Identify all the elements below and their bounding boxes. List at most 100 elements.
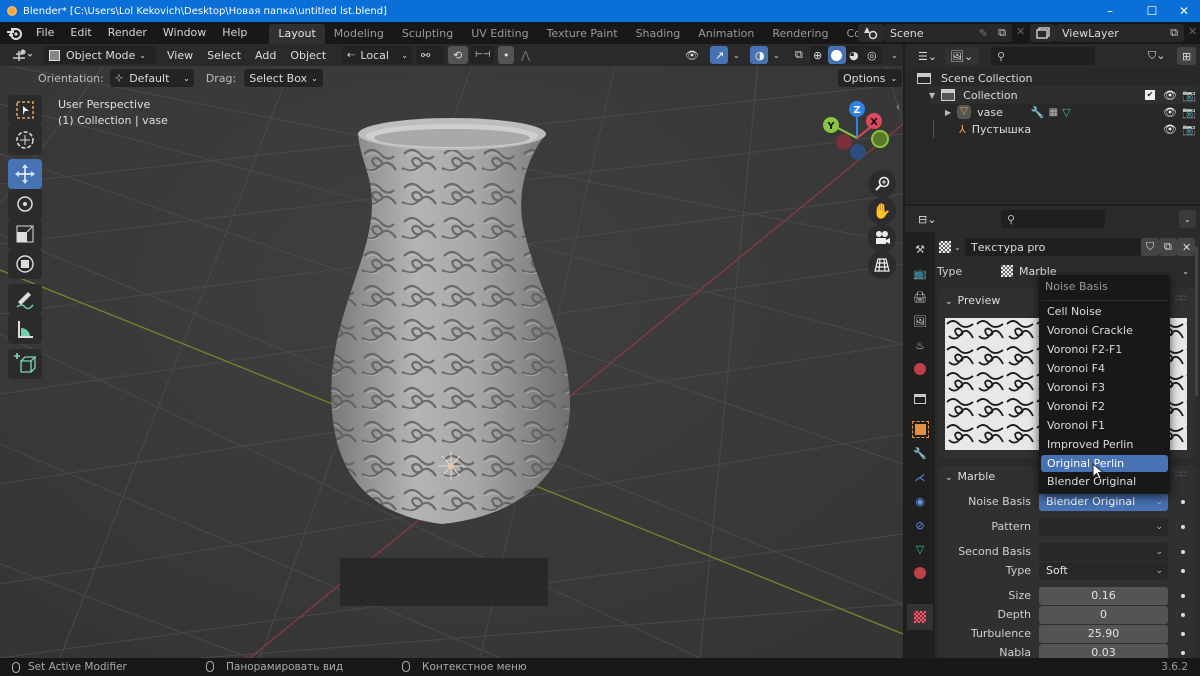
outliner-item-scene-collection[interactable]: Scene Collection	[917, 69, 1032, 87]
neg-x-axis-handle[interactable]	[836, 134, 852, 150]
transform-orientation-dropdown[interactable]: ⇠ Local ⌄	[342, 46, 412, 64]
panel-drag-handle-icon[interactable]: ∷∷	[1175, 470, 1186, 480]
options-dropdown[interactable]: Options ⌄	[838, 69, 903, 87]
menu-option-voronoi-f1[interactable]: Voronoi F1	[1041, 417, 1168, 435]
blender-menu-icon[interactable]	[0, 22, 28, 44]
drag-dropdown[interactable]: Select Box ⌄	[244, 69, 323, 87]
rotate-tool[interactable]	[8, 189, 42, 219]
pan-button[interactable]: ✋	[868, 197, 896, 225]
gizmo-dropdown[interactable]: ⌄	[728, 46, 742, 64]
outliner-editor-type-icon[interactable]: ☰⌄	[913, 47, 942, 65]
tab-view-layer[interactable]: 🖼	[909, 310, 931, 332]
keyframe-dot[interactable]	[1181, 500, 1185, 504]
pin-icon[interactable]: ✎	[979, 27, 988, 40]
maximize-button[interactable]: ☐	[1134, 0, 1170, 22]
properties-search-field[interactable]: ⚲	[1001, 210, 1105, 228]
add-cube-tool[interactable]	[8, 349, 42, 379]
outliner-item-empty[interactable]: ⅄ Пустышка 👁 📷	[959, 120, 1197, 138]
transform-tool[interactable]	[8, 249, 42, 279]
tab-collection[interactable]	[909, 388, 931, 410]
orientation-dropdown[interactable]: ⊹ Default ⌄	[109, 69, 194, 87]
annotate-tool[interactable]	[8, 284, 42, 314]
panel-drag-handle-icon[interactable]: ∷∷	[1175, 294, 1186, 304]
remove-view-layer-icon[interactable]: ✕	[1188, 25, 1197, 38]
workspace-tab-sculpting[interactable]: Sculpting	[393, 24, 462, 44]
particles-icon[interactable]: ▦	[1049, 107, 1058, 118]
size-field[interactable]: 0.16	[1039, 587, 1168, 605]
duplicate-scene-icon[interactable]: ⧉	[998, 26, 1006, 40]
perspective-toggle-button[interactable]	[868, 251, 896, 279]
camera-view-button[interactable]	[868, 224, 896, 252]
solid-shading-button[interactable]	[828, 46, 846, 64]
keyframe-dot[interactable]	[1181, 613, 1185, 617]
tab-particles[interactable]: ⋌	[909, 466, 931, 488]
neg-z-axis-handle[interactable]	[850, 144, 866, 160]
workspace-tab-shading[interactable]: Shading	[627, 24, 690, 44]
properties-options-dropdown[interactable]: ⌄	[1179, 210, 1196, 228]
menu-option-voronoi-f2[interactable]: Voronoi F2	[1041, 398, 1168, 416]
menu-option-cell-noise[interactable]: Cell Noise	[1041, 303, 1168, 321]
shading-dropdown[interactable]: ⌄	[886, 46, 900, 64]
overlays-dropdown[interactable]: ⌄	[768, 46, 782, 64]
neg-y-axis-handle[interactable]	[871, 130, 889, 148]
remove-scene-icon[interactable]: ✕	[1016, 25, 1025, 38]
menu-select[interactable]: Select	[202, 46, 246, 64]
move-tool[interactable]	[8, 159, 42, 189]
modifier-wrench-icon[interactable]: 🔧	[1031, 106, 1045, 119]
menu-edit[interactable]: Edit	[62, 22, 99, 44]
mesh-data-icon[interactable]: ▽	[1062, 106, 1070, 119]
object-mode-dropdown[interactable]: Object Mode ⌄	[44, 46, 156, 64]
tab-tool[interactable]: ⚒	[909, 238, 931, 260]
noise-basis-dropdown[interactable]: Blender Original ⌄	[1039, 493, 1168, 511]
tab-output[interactable]: 🖨	[909, 286, 931, 308]
scale-tool[interactable]	[8, 219, 42, 249]
preview-panel-header[interactable]: ⌄ Preview	[945, 294, 1000, 307]
view-layer-field[interactable]: ViewLayer ⧉	[1056, 24, 1184, 42]
scene-selector-icon[interactable]	[858, 24, 884, 42]
editor-type-icon[interactable]	[6, 46, 38, 64]
sidebar-toggle-icon[interactable]: ‹	[896, 102, 900, 113]
zoom-button[interactable]	[868, 170, 896, 198]
visibility-eye-icon[interactable]: 👁	[1163, 106, 1177, 119]
menu-object[interactable]: Object	[285, 46, 331, 64]
menu-option-voronoi-f4[interactable]: Voronoi F4	[1041, 360, 1168, 378]
marble-panel-header[interactable]: ⌄ Marble	[945, 470, 995, 483]
keyframe-dot[interactable]	[1181, 632, 1185, 636]
measure-tool[interactable]	[8, 314, 42, 344]
menu-option-voronoi-f2-f1[interactable]: Voronoi F2-F1	[1041, 341, 1168, 359]
minimize-button[interactable]: –	[1092, 0, 1128, 22]
outliner-search-field[interactable]: ⚲	[991, 47, 1095, 65]
marble-type-dropdown[interactable]: Soft ⌄	[1039, 562, 1168, 580]
pivot-point-dropdown[interactable]: ⚯	[416, 46, 444, 64]
menu-option-voronoi-crackle[interactable]: Voronoi Crackle	[1041, 322, 1168, 340]
exclude-checkbox[interactable]: ✔	[1145, 90, 1155, 100]
snap-target-dropdown[interactable]: ⊢⊣	[470, 46, 494, 64]
3d-viewport[interactable]: Object Mode ⌄ View Select Add Object ⇠ L…	[0, 44, 903, 658]
snap-toggle[interactable]: ⟲	[448, 46, 468, 64]
empty-object-marker[interactable]	[438, 452, 464, 480]
workspace-tab-modeling[interactable]: Modeling	[325, 24, 393, 44]
render-camera-icon[interactable]: 📷	[1182, 89, 1196, 102]
rendered-shading-button[interactable]: ◎	[864, 46, 882, 64]
overlays-toggle[interactable]: ◑	[750, 46, 768, 64]
keyframe-dot[interactable]	[1181, 569, 1185, 573]
workspace-tab-uv-editing[interactable]: UV Editing	[462, 24, 537, 44]
menu-option-improved-perlin[interactable]: Improved Perlin	[1041, 436, 1168, 454]
menu-add[interactable]: Add	[250, 46, 281, 64]
menu-render[interactable]: Render	[100, 22, 155, 44]
workspace-tab-texture-paint[interactable]: Texture Paint	[538, 24, 627, 44]
duplicate-texture-icon[interactable]: ⧉	[1159, 238, 1177, 256]
select-box-tool[interactable]	[8, 95, 42, 125]
visibility-selectability-dropdown[interactable]: 👁	[680, 46, 704, 64]
gizmo-toggle[interactable]: ↗	[710, 46, 728, 64]
keyframe-dot[interactable]	[1181, 651, 1185, 655]
menu-option-voronoi-f3[interactable]: Voronoi F3	[1041, 379, 1168, 397]
unlink-texture-icon[interactable]: ✕	[1177, 238, 1195, 256]
tab-render[interactable]: 📺	[909, 262, 931, 284]
tab-world[interactable]	[909, 358, 931, 380]
tab-modifiers[interactable]: 🔧	[909, 442, 931, 464]
display-mode-dropdown[interactable]: 🖼⌄	[945, 47, 979, 65]
fake-user-shield-icon[interactable]: ⛉	[1141, 238, 1159, 256]
menu-file[interactable]: File	[28, 22, 62, 44]
second-basis-dropdown[interactable]: ⌄	[1039, 543, 1168, 561]
